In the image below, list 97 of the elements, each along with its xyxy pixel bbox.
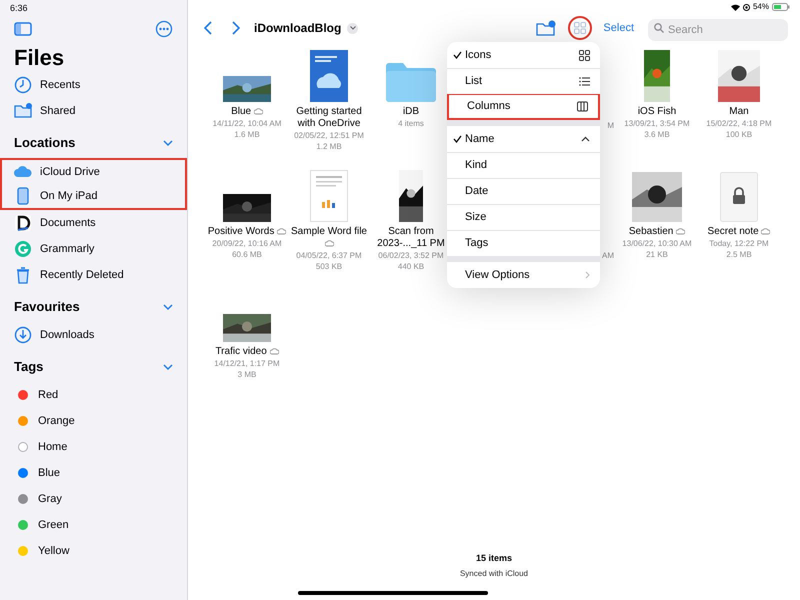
- chevron-icon: [585, 271, 590, 279]
- file-name[interactable]: Man: [729, 106, 749, 118]
- file-name[interactable]: Blue: [231, 106, 252, 118]
- chevron-icon: [350, 26, 356, 30]
- more-icon: [155, 20, 173, 38]
- file-name[interactable]: Trafic video: [215, 346, 267, 358]
- select-button[interactable]: Select: [603, 20, 634, 36]
- sidebar-toggle-icon: [14, 22, 32, 36]
- file-date: 14/11/22, 10:04 AM: [212, 118, 282, 129]
- file-date: 15/02/22, 4:18 PM: [706, 118, 772, 129]
- file-date: 13/09/21, 3:54 PM: [624, 118, 690, 129]
- sidebar-item[interactable]: Green: [14, 512, 173, 538]
- menu-item[interactable]: Kind: [447, 152, 600, 178]
- file-date: 4 items: [398, 118, 424, 129]
- file-name[interactable]: Secret note: [708, 226, 759, 238]
- file-name[interactable]: iOS Fish: [638, 106, 676, 118]
- sidebar-item[interactable]: Documents: [14, 210, 173, 236]
- sidebar-item[interactable]: Yellow: [14, 538, 173, 564]
- file-size: 1.2 MB: [316, 141, 342, 152]
- sidebar-item[interactable]: Grammarly: [14, 236, 173, 262]
- list-icon: [579, 76, 590, 87]
- file-size: 3.6 MB: [644, 129, 670, 140]
- file-size: 440 KB: [398, 261, 424, 272]
- section-heading: Tags: [14, 358, 44, 376]
- file-size: 21 KB: [646, 249, 668, 260]
- trash-icon: [14, 266, 32, 284]
- sidebar-item[interactable]: Orange: [14, 408, 173, 434]
- sidebar-item[interactable]: Home: [14, 434, 173, 460]
- document-icon: [310, 50, 348, 102]
- checkmark-icon: [453, 135, 462, 143]
- file-name[interactable]: Getting started with OneDrive: [289, 106, 369, 130]
- folder-title: iDownloadBlog: [254, 20, 342, 37]
- file-size: 1.6 MB: [234, 129, 260, 140]
- file-name[interactable]: Sample Word file: [291, 226, 367, 238]
- sidebar-item[interactable]: iCloud Drive: [0, 158, 187, 184]
- folder-icon: [386, 62, 436, 102]
- chevron-icon: [232, 21, 240, 35]
- battery-icon: [772, 3, 790, 11]
- title-menu-button[interactable]: [347, 22, 358, 34]
- file-size: 60.6 MB: [232, 249, 262, 260]
- file-name[interactable]: Positive Words: [208, 226, 274, 238]
- section-heading: Favourites: [14, 298, 80, 316]
- sidebar-item[interactable]: On My iPad: [0, 184, 187, 210]
- file-date: 06/02/23, 3:52 PM: [378, 250, 444, 261]
- new-folder-button[interactable]: [536, 19, 556, 37]
- file-date: 04/05/22, 6:37 PM: [296, 250, 362, 261]
- g-app-icon: [14, 240, 32, 258]
- menu-item[interactable]: Name: [447, 126, 600, 152]
- view-button[interactable]: [568, 16, 592, 40]
- document-icon: [310, 170, 348, 222]
- search-field[interactable]: Search: [648, 19, 788, 41]
- file-date: M: [607, 120, 614, 132]
- file-date: 02/05/22, 12:51 PM: [294, 130, 364, 141]
- menu-item[interactable]: View Options: [447, 262, 600, 288]
- wifi-icon: [730, 4, 740, 10]
- file-name[interactable]: Sebastien: [628, 226, 674, 238]
- file-date: 13/06/22, 10:30 AM: [622, 238, 692, 249]
- grid-icon: [574, 22, 586, 34]
- menu-item[interactable]: List: [447, 68, 600, 94]
- sidebar-item[interactable]: Gray: [14, 486, 173, 512]
- columns-icon: [577, 101, 588, 112]
- file-date: AM: [602, 250, 614, 262]
- menu-item[interactable]: Icons: [447, 42, 600, 68]
- clock-icon: [14, 76, 32, 94]
- file-size: 3 MB: [238, 369, 256, 380]
- file-date: Today, 12:22 PM: [709, 238, 769, 249]
- folder-plus-icon: [536, 20, 556, 36]
- item-count: 15 items: [476, 552, 512, 564]
- menu-item[interactable]: Date: [447, 178, 600, 204]
- folder-icon: [14, 102, 32, 120]
- menu-item[interactable]: Size: [447, 204, 600, 230]
- document-app-icon: [14, 214, 32, 232]
- sidebar-item[interactable]: Downloads: [14, 322, 173, 348]
- sidebar-item[interactable]: Red: [14, 382, 173, 408]
- sidebar-item[interactable]: Recents: [14, 72, 173, 98]
- checkmark-icon: [453, 51, 462, 59]
- sidebar-item[interactable]: Recently Deleted: [14, 262, 173, 288]
- download-icon: [14, 326, 32, 344]
- file-size: 503 KB: [316, 261, 342, 272]
- file-size: 2.5 MB: [726, 249, 752, 260]
- focus-icon: [742, 4, 750, 10]
- section-heading: Locations: [14, 134, 76, 152]
- file-date: 20/09/22, 10:16 AM: [212, 238, 282, 249]
- sidebar-item[interactable]: Blue: [14, 460, 173, 486]
- chevron-icon: [581, 136, 590, 142]
- lock-icon: [720, 172, 758, 222]
- sync-status: Synced with iCloud: [460, 568, 528, 580]
- file-date: 14/12/21, 1:17 PM: [214, 358, 280, 369]
- sidebar-item[interactable]: Shared: [14, 98, 173, 124]
- battery-percent: 54%: [752, 1, 769, 13]
- sidebar-title: Files: [14, 44, 66, 72]
- search-icon: [654, 23, 664, 33]
- status-time: 6:36: [10, 2, 29, 14]
- grid-icon: [579, 50, 590, 60]
- file-size: 100 KB: [726, 129, 752, 140]
- chevron-icon: [204, 21, 212, 35]
- file-name[interactable]: iDB: [402, 106, 420, 118]
